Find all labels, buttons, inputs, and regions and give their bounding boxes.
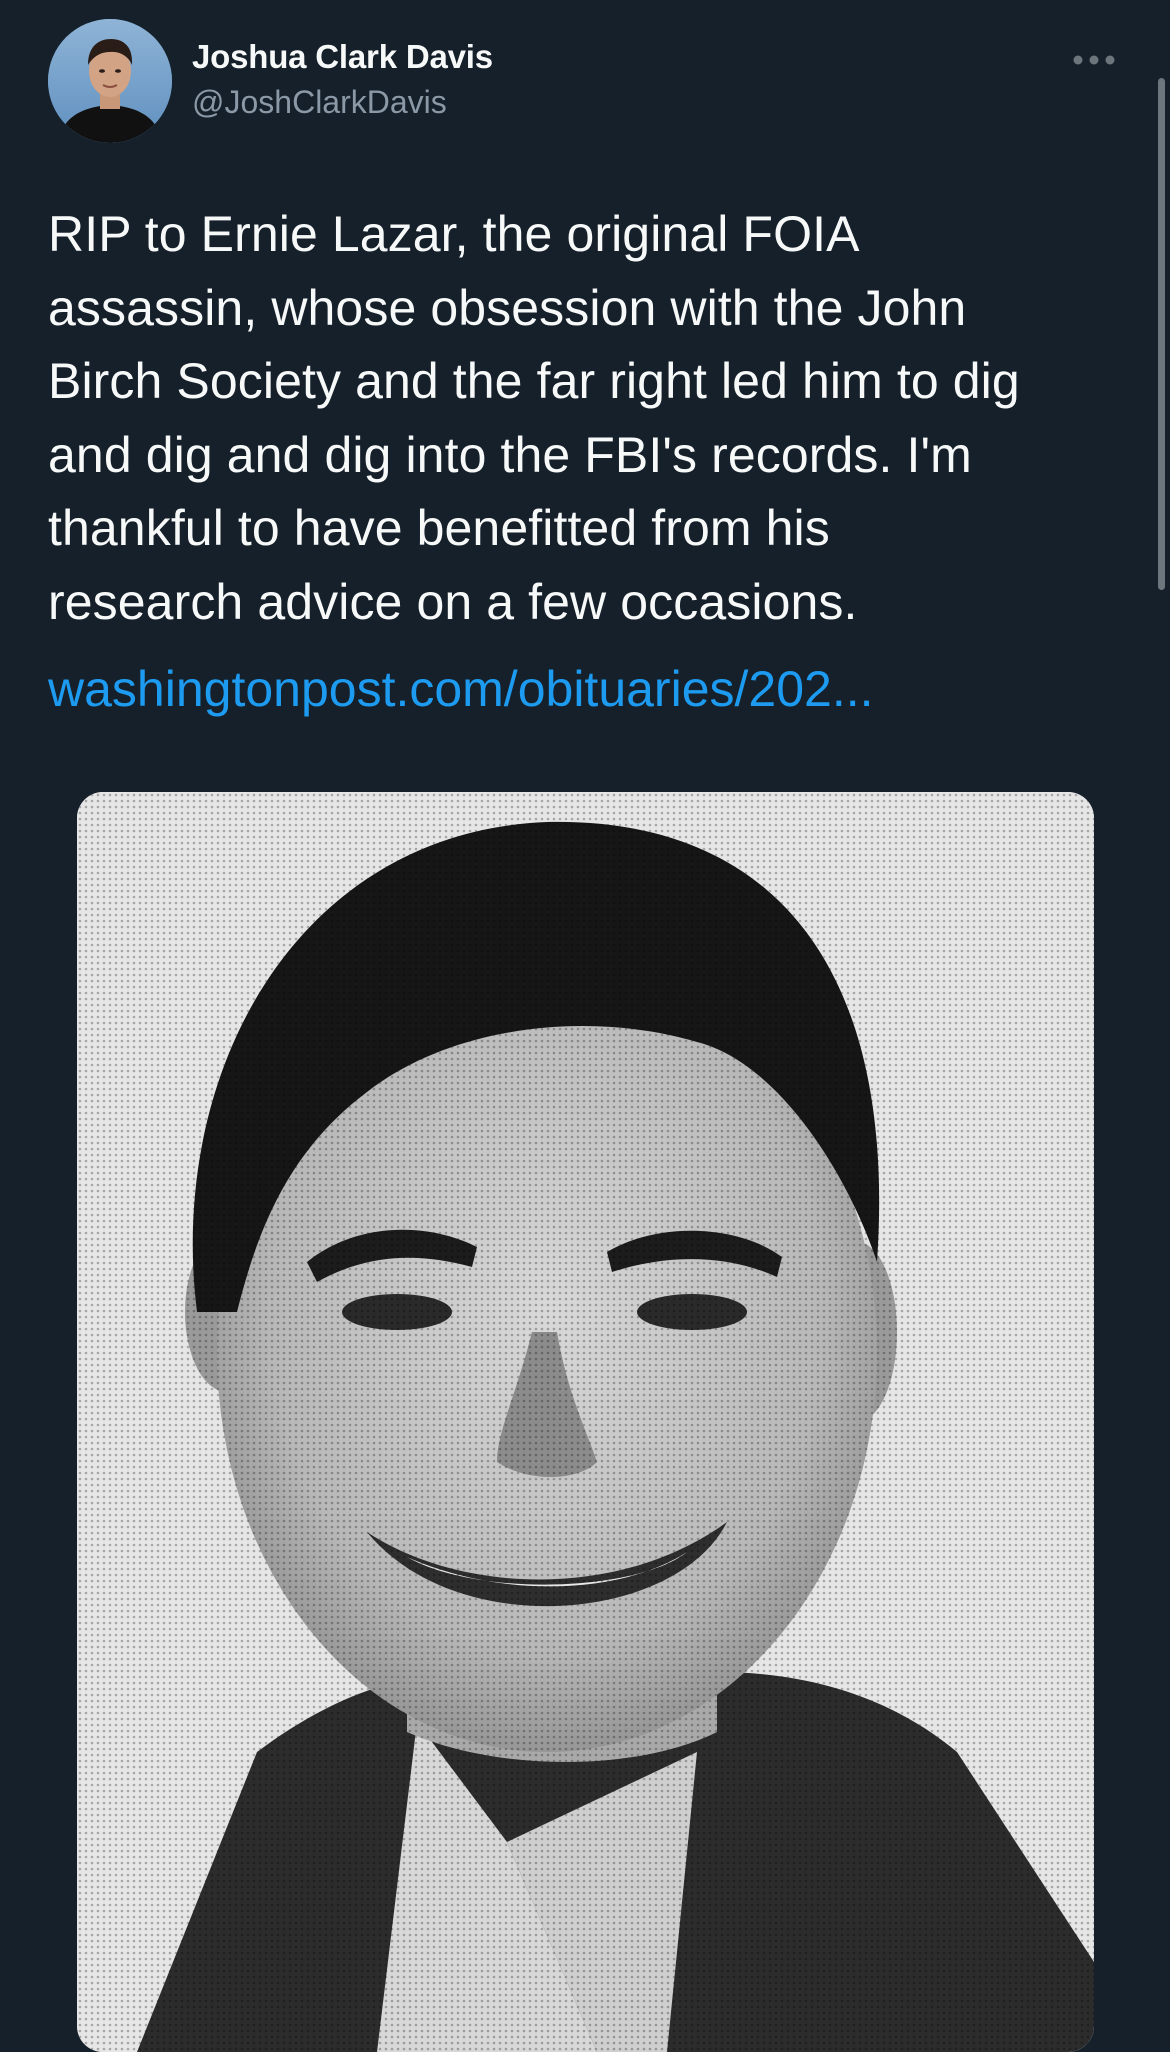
tweet-text-line: Birch Society and the far right led him … xyxy=(48,353,1020,409)
tweet-text-line: RIP to Ernie Lazar, the original FOIA xyxy=(48,206,860,262)
article-link[interactable]: washingtonpost.com/obituaries/202... xyxy=(48,660,874,718)
author-avatar[interactable] xyxy=(48,19,172,143)
author-display-name[interactable]: Joshua Clark Davis xyxy=(192,38,493,76)
tweet-text-line: and dig and dig into the FBI's records. … xyxy=(48,426,972,483)
tweet-text: RIP to Ernie Lazar, the original FOIA as… xyxy=(48,198,1128,639)
avatar-photo xyxy=(48,19,172,143)
scrollbar[interactable] xyxy=(1158,78,1165,590)
tweet-text-line: thankful to have benefitted from his xyxy=(48,500,830,556)
author-handle[interactable]: @JoshClarkDavis xyxy=(192,84,447,121)
tweet-text-line: assassin, whose obsession with the John xyxy=(48,279,967,336)
tweet-photo[interactable] xyxy=(77,792,1094,2052)
more-options-button[interactable] xyxy=(1068,42,1120,78)
more-horizontal-icon xyxy=(1073,55,1115,65)
tweet-text-line: research advice on a few occasions. xyxy=(48,573,858,630)
portrait-photo xyxy=(77,792,1094,2052)
tweet: Joshua Clark Davis @JoshClarkDavis RIP t… xyxy=(0,0,1170,2052)
